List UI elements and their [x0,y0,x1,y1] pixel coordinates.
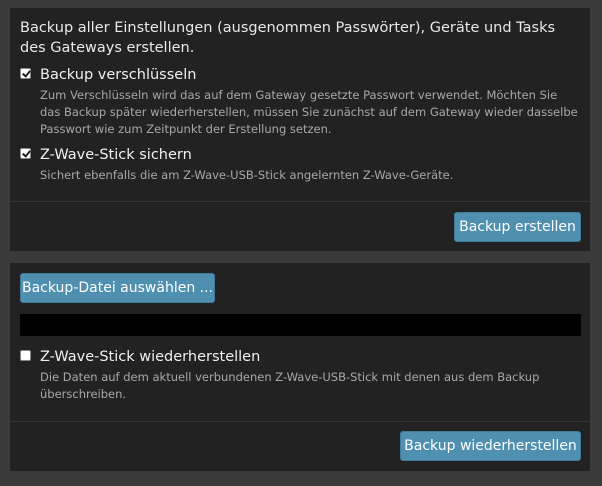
restore-zwave-checkbox[interactable] [20,350,31,361]
backup-intro-text: Backup aller Einstellungen (ausgenommen … [20,20,556,56]
backup-zwave-description: Sichert ebenfalls die am Z-Wave-USB-Stic… [40,168,454,182]
select-backup-file-button[interactable]: Backup-Datei auswählen ... [20,273,215,303]
checkmark-icon [22,148,31,158]
restore-zwave-label[interactable]: Z-Wave-Stick wiederherstellen [40,348,260,366]
divider [10,201,590,202]
encrypt-backup-checkbox[interactable] [20,68,31,79]
selected-file-field [20,314,581,336]
backup-panel: Backup aller Einstellungen (ausgenommen … [10,8,590,251]
restore-backup-button[interactable]: Backup wiederherstellen [400,431,581,461]
backup-zwave-checkbox[interactable] [20,148,31,159]
checkmark-icon [22,68,31,78]
backup-zwave-label[interactable]: Z-Wave-Stick sichern [40,146,192,164]
restore-panel: Backup-Datei auswählen ... Z-Wave-Stick … [10,263,590,471]
divider [10,421,590,422]
encrypt-backup-label[interactable]: Backup verschlüsseln [40,66,196,84]
encrypt-backup-description: Zum Verschlüsseln wird das auf dem Gatew… [40,88,578,136]
restore-zwave-description: Die Daten auf dem aktuell verbundenen Z-… [40,370,540,401]
create-backup-button[interactable]: Backup erstellen [454,212,581,242]
